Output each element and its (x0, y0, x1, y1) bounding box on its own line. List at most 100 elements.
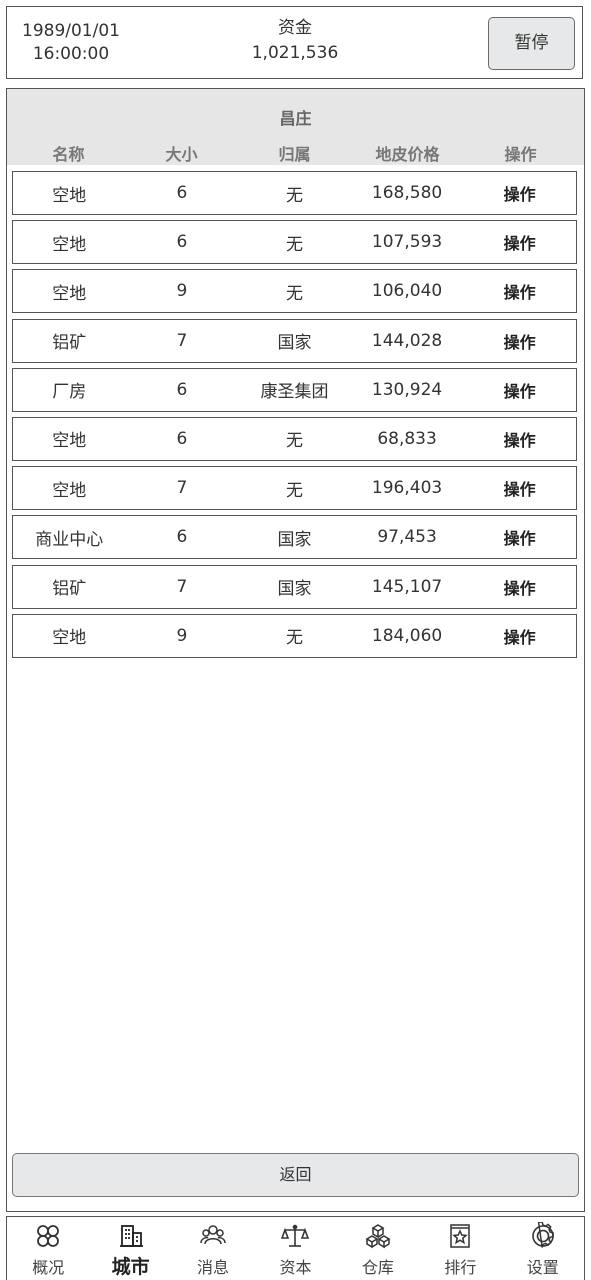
capital-icon (281, 1224, 310, 1247)
nav-label: 城市 (111, 1256, 150, 1278)
nav-label: 设置 (526, 1258, 559, 1277)
table-row: 空地 7 无 196,403 操作 (12, 466, 577, 511)
nav-item-messages[interactable]: 消息 (172, 1217, 254, 1280)
action-button[interactable]: 操作 (463, 624, 576, 648)
bottom-nav: 概况 城市 消息 资本 仓库 排行 设置 (6, 1216, 585, 1280)
land-owner: 无 (285, 185, 303, 206)
land-size: 6 (176, 428, 188, 449)
table-row: 铝矿 7 国家 145,107 操作 (12, 564, 577, 609)
messages-icon (200, 1225, 226, 1245)
nav-item-settings[interactable]: 设置 (502, 1217, 584, 1280)
action-button[interactable]: 操作 (463, 427, 576, 451)
land-name: 空地 (52, 431, 87, 452)
land-name: 空地 (52, 480, 87, 501)
land-owner: 康圣集团 (260, 382, 329, 403)
land-name: 商业中心 (35, 529, 104, 550)
action-button[interactable]: 操作 (463, 378, 576, 402)
funds-display: 资金 1,021,536 (207, 16, 383, 66)
game-time: 16:00:00 (32, 44, 110, 64)
land-name: 空地 (52, 185, 87, 206)
land-owner: 国家 (277, 579, 312, 599)
land-size: 6 (176, 183, 188, 203)
nav-label: 排行 (444, 1258, 477, 1277)
land-size: 9 (176, 281, 188, 302)
table-row: 空地 9 无 184,060 操作 (12, 613, 577, 658)
table-row: 空地 6 无 107,593 操作 (12, 220, 577, 265)
land-owner: 无 (285, 628, 303, 649)
city-icon (119, 1225, 143, 1247)
land-name: 空地 (52, 283, 87, 304)
column-header-action: 操作 (504, 145, 537, 164)
nav-label: 仓库 (361, 1258, 394, 1277)
land-list: 空地 6 无 168,580 操作 空地 6 无 107,593 操作 空地 9… (12, 171, 577, 663)
land-owner: 无 (285, 234, 303, 255)
overview-icon (37, 1225, 60, 1247)
column-header-owner: 归属 (278, 145, 311, 164)
land-name: 空地 (52, 234, 87, 255)
settings-icon (531, 1222, 554, 1248)
nav-label: 资本 (279, 1258, 312, 1277)
nav-item-capital[interactable]: 资本 (254, 1217, 336, 1280)
land-size: 6 (176, 379, 188, 400)
table-row: 商业中心 6 国家 97,453 操作 (12, 515, 577, 560)
action-button[interactable]: 操作 (463, 476, 576, 500)
action-button[interactable]: 操作 (463, 279, 576, 303)
land-price: 68,833 (377, 428, 437, 449)
column-header-name: 名称 (52, 145, 85, 164)
land-price: 145,107 (371, 576, 443, 597)
land-price: 130,924 (371, 379, 443, 400)
table-row: 空地 9 无 106,040 操作 (12, 269, 577, 314)
nav-item-city[interactable]: 城市 (89, 1217, 171, 1280)
column-header-price: 地皮价格 (375, 145, 440, 164)
land-price: 184,060 (371, 625, 443, 646)
table-row: 空地 6 无 168,580 操作 (12, 171, 577, 215)
land-price: 196,403 (371, 478, 443, 499)
land-price: 107,593 (371, 232, 443, 253)
city-name: 昌庄 (279, 109, 312, 128)
land-price: 144,028 (371, 330, 443, 351)
land-size: 9 (176, 625, 188, 646)
table-row: 空地 6 无 68,833 操作 (12, 416, 577, 461)
action-button[interactable]: 操作 (463, 525, 576, 549)
nav-item-ranking[interactable]: 排行 (419, 1217, 501, 1280)
land-price: 97,453 (377, 527, 437, 548)
table-header: 昌庄 名称 大小 归属 地皮价格 操作 (7, 89, 584, 165)
action-button[interactable]: 操作 (463, 181, 576, 205)
funds-value: 1,021,536 (251, 43, 339, 63)
nav-label: 概况 (32, 1258, 65, 1277)
funds-label: 资金 (278, 18, 312, 38)
land-name: 空地 (52, 628, 87, 649)
action-button[interactable]: 操作 (463, 575, 576, 599)
land-owner: 国家 (277, 529, 312, 550)
land-size: 7 (176, 478, 188, 499)
game-datetime: 1989/01/01 16:00:00 (15, 20, 127, 66)
city-land-panel: 昌庄 名称 大小 归属 地皮价格 操作 空地 6 无 168,580 操作 空地… (6, 88, 585, 1212)
nav-label: 消息 (197, 1258, 230, 1277)
nav-item-warehouse[interactable]: 仓库 (337, 1217, 419, 1280)
land-size: 7 (176, 576, 188, 597)
back-button[interactable]: 返回 (12, 1153, 579, 1197)
land-name: 铝矿 (52, 333, 87, 354)
action-button[interactable]: 操作 (463, 230, 576, 254)
land-size: 6 (176, 527, 188, 548)
column-headers: 名称 大小 归属 地皮价格 操作 (12, 141, 577, 164)
ranking-icon (450, 1224, 471, 1248)
nav-item-overview[interactable]: 概况 (7, 1217, 89, 1280)
land-name: 厂房 (52, 382, 87, 403)
land-owner: 国家 (277, 333, 312, 354)
column-header-size: 大小 (165, 145, 198, 164)
land-size: 7 (176, 330, 188, 351)
land-owner: 无 (285, 480, 303, 501)
land-owner: 无 (285, 431, 303, 452)
land-price: 168,580 (371, 183, 443, 203)
warehouse-icon (365, 1224, 391, 1249)
land-name: 铝矿 (52, 579, 87, 599)
land-price: 106,040 (371, 281, 443, 302)
table-row: 厂房 6 康圣集团 130,924 操作 (12, 367, 577, 412)
pause-button[interactable]: 暂停 (488, 17, 575, 70)
land-owner: 无 (285, 283, 303, 304)
land-size: 6 (176, 232, 188, 253)
game-date: 1989/01/01 (22, 21, 120, 41)
action-button[interactable]: 操作 (463, 329, 576, 353)
table-row: 铝矿 7 国家 144,028 操作 (12, 318, 577, 363)
